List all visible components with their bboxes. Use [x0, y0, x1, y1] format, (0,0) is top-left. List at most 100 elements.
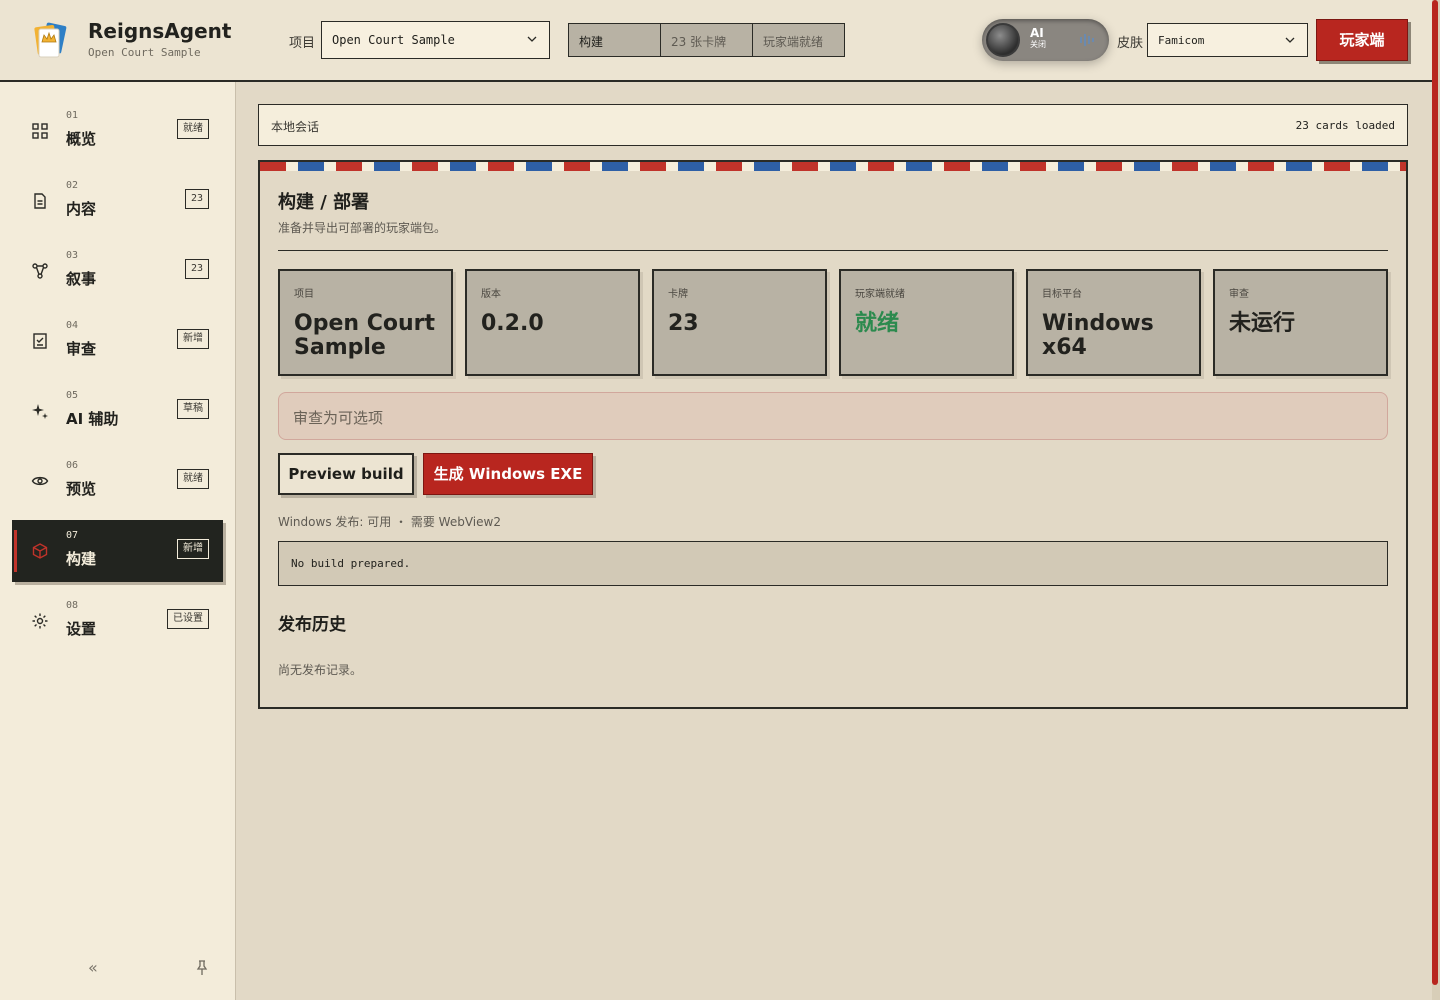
sidebar-item-label: 概览 — [66, 130, 97, 148]
gear-icon — [32, 613, 48, 629]
build-output: No build prepared. — [278, 541, 1388, 586]
project-select[interactable]: Open Court Sample — [321, 21, 550, 59]
ai-toggle-knob — [986, 23, 1020, 57]
sidebar-item-content[interactable]: 02 内容 23 — [12, 170, 223, 232]
skin-label: 皮肤 — [1117, 36, 1144, 51]
collapse-sidebar-button[interactable]: « — [88, 958, 98, 977]
count-badge: 23 — [184, 189, 209, 209]
ai-toggle[interactable]: AI 关闭 — [982, 19, 1109, 61]
status-badge: 草稿 — [177, 399, 209, 419]
app-subtitle: Open Court Sample — [88, 46, 201, 59]
branch-icon — [32, 263, 48, 279]
sidebar-item-number: 01 — [66, 110, 79, 121]
stat-key: 玩家端就绪 — [855, 289, 905, 300]
status-badge: 新增 — [177, 539, 209, 559]
session-status: 23 cards loaded — [1295, 119, 1395, 132]
chevron-down-icon — [527, 36, 537, 42]
stat-key: 版本 — [481, 289, 501, 300]
sparkle-icon — [32, 404, 48, 419]
page-description: 准备并导出可部署的玩家端包。 — [278, 221, 447, 235]
session-bar: 本地会话 23 cards loaded — [258, 104, 1408, 146]
review-notice-text: 审查为可选项 — [293, 409, 384, 427]
sidebar-item-label: 审查 — [66, 340, 97, 358]
status-badge: 新增 — [177, 329, 209, 349]
stat-value: 23 — [668, 311, 699, 336]
project-select-value: Open Court Sample — [332, 33, 455, 47]
status-badge: 已设置 — [167, 609, 209, 629]
status-segment: 构建 23 张卡牌 玩家端就绪 — [568, 23, 845, 57]
status-cards[interactable]: 23 张卡牌 — [661, 24, 753, 56]
sidebar-item-overview[interactable]: 01 概览 就绪 — [12, 100, 223, 162]
history-empty-text: 尚无发布记录。 — [278, 663, 363, 677]
status-player[interactable]: 玩家端就绪 — [753, 24, 844, 56]
stat-key: 项目 — [294, 289, 314, 300]
document-icon — [34, 193, 46, 209]
sidebar-item-build[interactable]: 07 构建 新增 — [12, 520, 223, 582]
sidebar-item-number: 06 — [66, 460, 79, 471]
divider — [278, 250, 1388, 251]
stat-value: Open Court Sample — [294, 311, 435, 360]
sidebar-item-label: 内容 — [66, 200, 97, 218]
scrollbar-thumb[interactable] — [1432, 0, 1438, 985]
build-output-text: No build prepared. — [291, 557, 411, 570]
stat-card-version: 版本 0.2.0 — [465, 269, 640, 376]
status-badge: 就绪 — [177, 119, 209, 139]
chevron-down-icon — [1285, 37, 1295, 43]
app-title: ReignsAgent — [88, 19, 232, 43]
sidebar-item-number: 08 — [66, 600, 79, 611]
app-logo-icon — [34, 22, 67, 58]
preview-build-button[interactable]: Preview build — [278, 453, 414, 495]
status-build[interactable]: 构建 — [569, 24, 661, 56]
sidebar-item-narrative[interactable]: 03 叙事 23 — [12, 240, 223, 302]
sidebar-item-review[interactable]: 04 审查 新增 — [12, 310, 223, 372]
airmail-stripe — [260, 162, 1406, 171]
stat-value: 就绪 — [855, 311, 900, 336]
sidebar: 01 概览 就绪 02 内容 23 03 叙事 23 04 审查 新增 05 A… — [0, 82, 236, 1000]
package-icon — [32, 543, 48, 559]
sidebar-item-ai-assist[interactable]: 05 AI 辅助 草稿 — [12, 380, 223, 442]
eye-icon — [31, 476, 49, 486]
ai-toggle-label: AI 关闭 — [1030, 26, 1046, 49]
pin-icon[interactable] — [196, 960, 208, 976]
player-button[interactable]: 玩家端 — [1316, 19, 1408, 61]
grid-icon — [32, 123, 48, 139]
sidebar-item-number: 02 — [66, 180, 79, 191]
count-badge: 23 — [184, 259, 209, 279]
status-badge: 就绪 — [177, 469, 209, 489]
sidebar-item-number: 03 — [66, 250, 79, 261]
equalizer-icon — [1080, 34, 1094, 46]
session-label: 本地会话 — [271, 120, 320, 134]
build-panel: 构建 / 部署 准备并导出可部署的玩家端包。 项目 Open Court Sam… — [258, 160, 1408, 709]
stat-card-player-ready: 玩家端就绪 就绪 — [839, 269, 1014, 376]
stat-key: 卡牌 — [668, 289, 688, 300]
sidebar-item-label: 预览 — [66, 480, 97, 498]
stat-value: 未运行 — [1229, 311, 1296, 336]
page-title: 构建 / 部署 — [278, 192, 370, 213]
app-header: ReignsAgent Open Court Sample 项目 Open Co… — [0, 0, 1432, 82]
sidebar-item-preview[interactable]: 06 预览 就绪 — [12, 450, 223, 512]
sidebar-item-label: 构建 — [66, 550, 97, 568]
sidebar-item-settings[interactable]: 08 设置 已设置 — [12, 590, 223, 652]
project-label: 项目 — [289, 36, 316, 51]
generate-exe-button[interactable]: 生成 Windows EXE — [423, 453, 593, 495]
review-notice: 审查为可选项 — [278, 392, 1388, 440]
sidebar-item-number: 05 — [66, 390, 79, 401]
sidebar-item-number: 04 — [66, 320, 79, 331]
stat-value: 0.2.0 — [481, 311, 544, 336]
history-title: 发布历史 — [278, 615, 346, 635]
ai-toggle-state: 关闭 — [1030, 40, 1046, 49]
sidebar-item-label: AI 辅助 — [66, 410, 119, 428]
sidebar-item-label: 叙事 — [66, 270, 97, 288]
sidebar-item-label: 设置 — [66, 620, 97, 638]
stat-value: Windows x64 — [1042, 311, 1154, 360]
stat-card-platform: 目标平台 Windows x64 — [1026, 269, 1201, 376]
release-note: Windows 发布: 可用 ・ 需要 WebView2 — [278, 515, 501, 529]
stat-key: 审查 — [1229, 289, 1249, 300]
sidebar-item-number: 07 — [66, 530, 79, 541]
skin-select[interactable]: Famicom — [1147, 23, 1308, 57]
stat-card-cards: 卡牌 23 — [652, 269, 827, 376]
skin-select-value: Famicom — [1158, 34, 1205, 47]
stat-card-review: 审查 未运行 — [1213, 269, 1388, 376]
stat-card-project: 项目 Open Court Sample — [278, 269, 453, 376]
checklist-icon — [33, 333, 47, 349]
